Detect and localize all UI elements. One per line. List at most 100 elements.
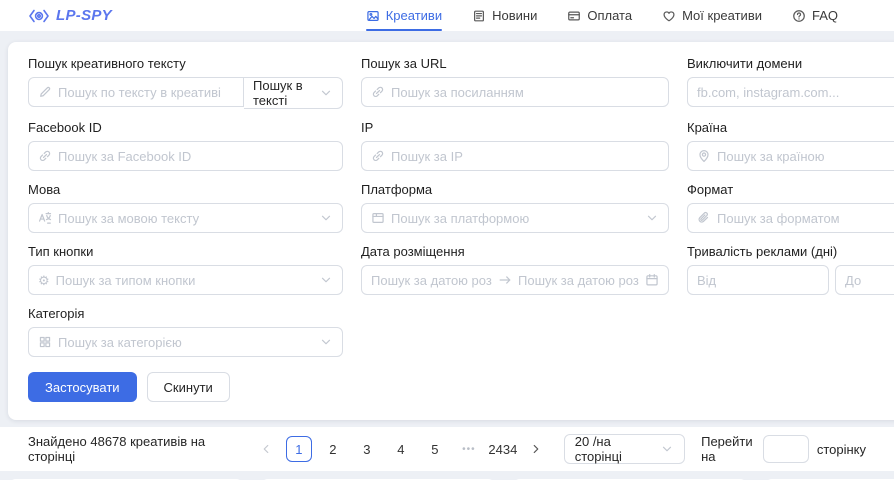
chevron-down-icon — [319, 86, 333, 100]
chevron-left-icon — [259, 442, 273, 456]
category-input[interactable] — [58, 335, 313, 350]
chevron-down-icon — [660, 442, 674, 456]
link-icon — [38, 149, 52, 163]
field-label: Facebook ID — [28, 120, 343, 135]
field-label: IP — [361, 120, 669, 135]
nav-label: Новини — [492, 8, 537, 23]
nav-payment[interactable]: Оплата — [567, 0, 632, 31]
field-label: Платформа — [361, 182, 669, 197]
field-facebook-id: Facebook ID — [28, 120, 343, 171]
page-button[interactable]: 5 — [422, 436, 448, 462]
button-type-select[interactable]: ⚙ — [28, 265, 343, 295]
language-select[interactable] — [28, 203, 343, 233]
nav-faq[interactable]: FAQ — [792, 0, 838, 31]
field-category: Категорія — [28, 306, 343, 357]
chevron-down-icon — [319, 211, 333, 225]
field-url: Пошук за URL — [361, 56, 669, 109]
field-placement-date: Дата розміщення — [361, 244, 669, 295]
format-input[interactable] — [717, 211, 894, 226]
platform-input[interactable] — [391, 211, 639, 226]
chevron-down-icon — [319, 273, 333, 287]
country-input[interactable] — [717, 149, 894, 164]
page-ellipsis: ••• — [456, 436, 482, 462]
exclude-domains-input[interactable] — [697, 85, 894, 100]
nav-label: Креативи — [386, 8, 442, 23]
language-input[interactable] — [58, 211, 313, 226]
field-language: Мова — [28, 182, 343, 233]
page-button[interactable]: 1 — [286, 436, 312, 462]
field-platform: Платформа — [361, 182, 669, 233]
ip-input[interactable] — [391, 149, 659, 164]
creative-cards-row: LA FEMME La Femme Ternopil 2025-11-20 21… — [0, 471, 894, 480]
calendar-icon — [645, 273, 659, 287]
url-input[interactable] — [391, 85, 659, 100]
chevron-down-icon — [319, 335, 333, 349]
field-label: Країна — [687, 120, 894, 135]
field-label: Формат — [687, 182, 894, 197]
facebook-id-input[interactable] — [58, 149, 333, 164]
translate-icon — [38, 211, 52, 225]
field-label: Тип кнопки — [28, 244, 343, 259]
platform-icon — [371, 211, 385, 225]
duration-from-input[interactable] — [697, 273, 819, 288]
date-start-input[interactable] — [371, 273, 492, 288]
news-icon — [472, 9, 486, 23]
chevron-right-icon — [529, 442, 543, 456]
creative-text-input[interactable] — [58, 85, 234, 100]
link-icon — [371, 149, 385, 163]
pagination-pages: 12345 ••• 2434 — [286, 436, 516, 462]
page-button[interactable]: 3 — [354, 436, 380, 462]
pen-icon — [38, 85, 52, 99]
text-search-mode-select[interactable]: Пошук в тексті — [244, 77, 343, 109]
paperclip-icon — [697, 211, 711, 225]
field-duration: Тривалість реклами (дні) — [687, 244, 894, 295]
prev-page-button[interactable] — [254, 436, 278, 462]
chevron-down-icon — [645, 211, 659, 225]
pin-icon — [697, 149, 711, 163]
reset-button[interactable]: Скинути — [147, 372, 230, 402]
nav-my-creatives[interactable]: Мої креативи — [662, 0, 762, 31]
field-creative-text: Пошук креативного тексту Пошук в тексті — [28, 56, 343, 109]
results-summary: Знайдено 48678 креативів на сторінці — [28, 434, 236, 464]
question-icon — [792, 9, 806, 23]
nav-label: FAQ — [812, 8, 838, 23]
main-nav: Креативи Новини Оплата Мої креативи FAQ — [366, 0, 838, 31]
apply-button[interactable]: Застосувати — [28, 372, 137, 402]
page-button[interactable]: 2 — [320, 436, 346, 462]
field-label: Виключити домени — [687, 56, 894, 71]
nav-news[interactable]: Новини — [472, 0, 537, 31]
page-button[interactable]: 2434 — [490, 436, 516, 462]
goto-page-input[interactable] — [763, 435, 809, 463]
nav-creatives[interactable]: Креативи — [366, 0, 442, 31]
logo-text: LP-SPY — [56, 7, 112, 24]
category-select[interactable] — [28, 327, 343, 357]
field-label: Мова — [28, 182, 343, 197]
nav-label: Мої креативи — [682, 8, 762, 23]
button-type-input[interactable] — [56, 273, 313, 288]
page-button[interactable]: 4 — [388, 436, 414, 462]
filter-panel: Пошук креативного тексту Пошук в тексті … — [8, 42, 894, 420]
arrow-right-icon — [498, 273, 512, 287]
field-label: Категорія — [28, 306, 343, 321]
page-size-select[interactable]: 20 /на сторінці — [564, 434, 685, 464]
field-label: Пошук за URL — [361, 56, 669, 71]
field-format: Формат — [687, 182, 894, 233]
logo-eye-icon — [28, 8, 50, 24]
category-grid-icon — [38, 335, 52, 349]
field-label: Тривалість реклами (дні) — [687, 244, 894, 259]
nav-label: Оплата — [587, 8, 632, 23]
field-label: Пошук креативного тексту — [28, 56, 343, 71]
top-header: LP-SPY Креативи Новини Оплата Мої креати… — [0, 0, 894, 31]
logo[interactable]: LP-SPY — [28, 7, 112, 24]
date-range-picker[interactable] — [361, 265, 669, 295]
image-icon — [366, 9, 380, 23]
goto-suffix: сторінку — [817, 442, 866, 457]
credit-card-icon — [567, 9, 581, 23]
field-button-type: Тип кнопки ⚙ — [28, 244, 343, 295]
field-country: Країна — [687, 120, 894, 171]
next-page-button[interactable] — [524, 436, 548, 462]
field-exclude-domains: Виключити домени — [687, 56, 894, 109]
platform-select[interactable] — [361, 203, 669, 233]
duration-to-input[interactable] — [845, 273, 894, 288]
date-end-input[interactable] — [518, 273, 639, 288]
